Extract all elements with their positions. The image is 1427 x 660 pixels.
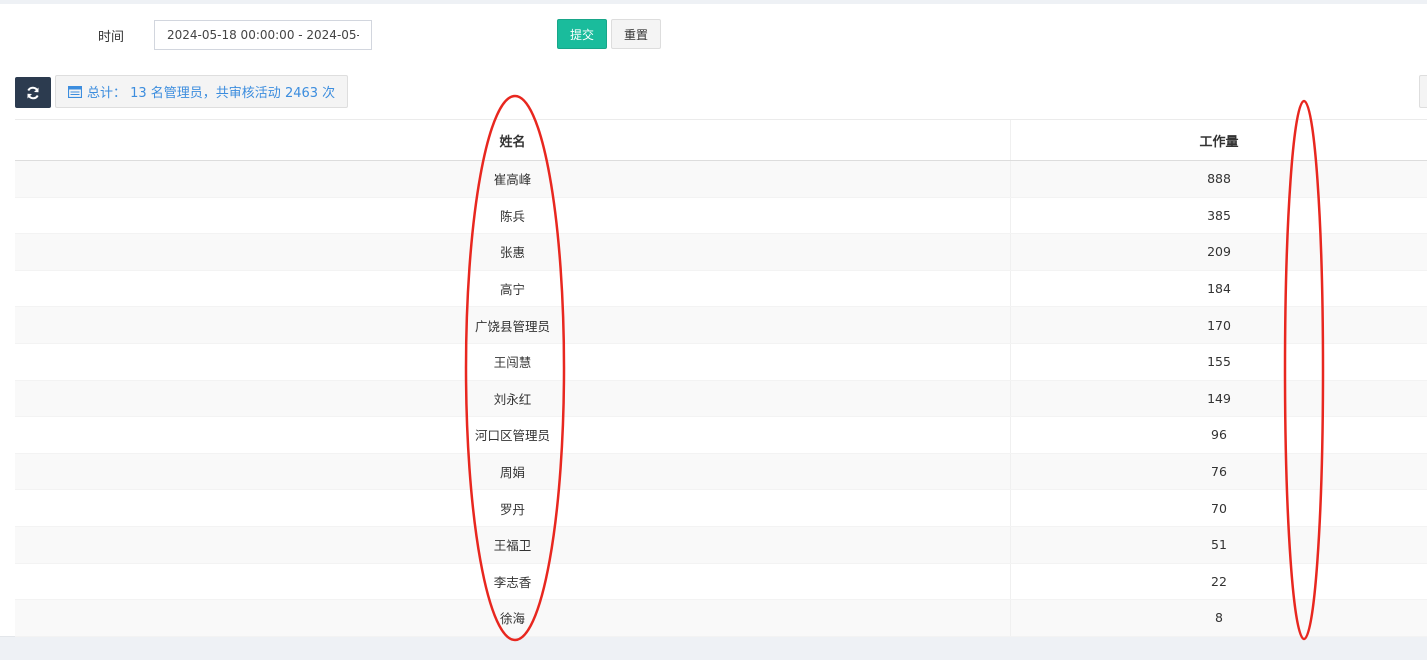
cell-workload: 888 <box>1207 171 1231 187</box>
table-row: 李志香 22 <box>15 563 1427 601</box>
reset-button[interactable]: 重置 <box>611 19 661 49</box>
table-row: 广饶县管理员 170 <box>15 307 1427 344</box>
table-row: 崔高峰 888 <box>15 161 1427 198</box>
cell-workload: 8 <box>1215 610 1223 626</box>
cell-workload: 70 <box>1211 500 1227 516</box>
cell-name: 周娟 <box>15 453 1011 490</box>
table-row: 张惠 209 <box>15 234 1427 271</box>
cell-name: 陈兵 <box>15 197 1011 234</box>
cell-name: 河口区管理员 <box>15 417 1011 453</box>
cell-workload: 184 <box>1207 281 1231 297</box>
cell-name: 广饶县管理员 <box>15 307 1011 343</box>
cell-name: 王闯慧 <box>15 343 1011 380</box>
cell-workload: 155 <box>1207 354 1231 370</box>
table-row: 罗丹 70 <box>15 490 1427 527</box>
table-row: 周娟 76 <box>15 453 1427 491</box>
cell-name: 王福卫 <box>15 526 1011 563</box>
cell-name: 徐海 <box>15 600 1011 636</box>
table-icon <box>68 85 82 98</box>
table-row: 徐海 8 <box>15 600 1427 637</box>
cell-workload: 51 <box>1211 537 1227 553</box>
cell-name: 崔高峰 <box>15 161 1011 197</box>
time-label: 时间 <box>98 30 125 45</box>
table-row: 高宁 184 <box>15 270 1427 308</box>
summary-text: 总计： 13 名管理员，共审核活动 2463 次 <box>87 86 336 101</box>
time-range-input[interactable] <box>154 20 372 50</box>
submit-button[interactable]: 提交 <box>557 19 607 49</box>
table-header: 姓名 工作量 <box>15 120 1427 161</box>
cell-name: 高宁 <box>15 270 1011 307</box>
refresh-icon <box>27 86 39 99</box>
header-workload[interactable]: 工作量 <box>1011 120 1427 160</box>
cell-workload: 76 <box>1211 464 1227 480</box>
refresh-button[interactable] <box>15 77 51 108</box>
table-row: 陈兵 385 <box>15 197 1427 235</box>
cell-name: 刘永红 <box>15 380 1011 417</box>
table-body: 崔高峰 888 陈兵 385 张惠 209 高宁 184 广饶县管理员 170 王闯慧 155 刘永红 1… <box>15 161 1427 637</box>
toolbar-right-button[interactable] <box>1419 75 1427 108</box>
cell-workload: 96 <box>1211 427 1227 443</box>
header-name[interactable]: 姓名 <box>15 120 1011 160</box>
table-row: 刘永红 149 <box>15 380 1427 418</box>
cell-name: 罗丹 <box>15 490 1011 526</box>
content-panel: 时间 提交 重置 总计： 13 名管理员，共审核活动 2463 次 姓名 工作量… <box>0 4 1427 637</box>
cell-name: 李志香 <box>15 563 1011 600</box>
summary-badge: 总计： 13 名管理员，共审核活动 2463 次 <box>55 75 349 108</box>
table-row: 王福卫 51 <box>15 526 1427 564</box>
cell-name: 张惠 <box>15 234 1011 270</box>
table-row: 河口区管理员 96 <box>15 417 1427 454</box>
cell-workload: 385 <box>1207 207 1231 223</box>
cell-workload: 170 <box>1207 317 1231 333</box>
workload-table: 姓名 工作量 崔高峰 888 陈兵 385 张惠 209 高宁 184 广饶县管理员 170 王闯慧… <box>15 119 1427 637</box>
table-row: 王闯慧 155 <box>15 343 1427 381</box>
cell-workload: 22 <box>1211 573 1227 589</box>
cell-workload: 209 <box>1207 244 1231 260</box>
cell-workload: 149 <box>1207 390 1231 406</box>
